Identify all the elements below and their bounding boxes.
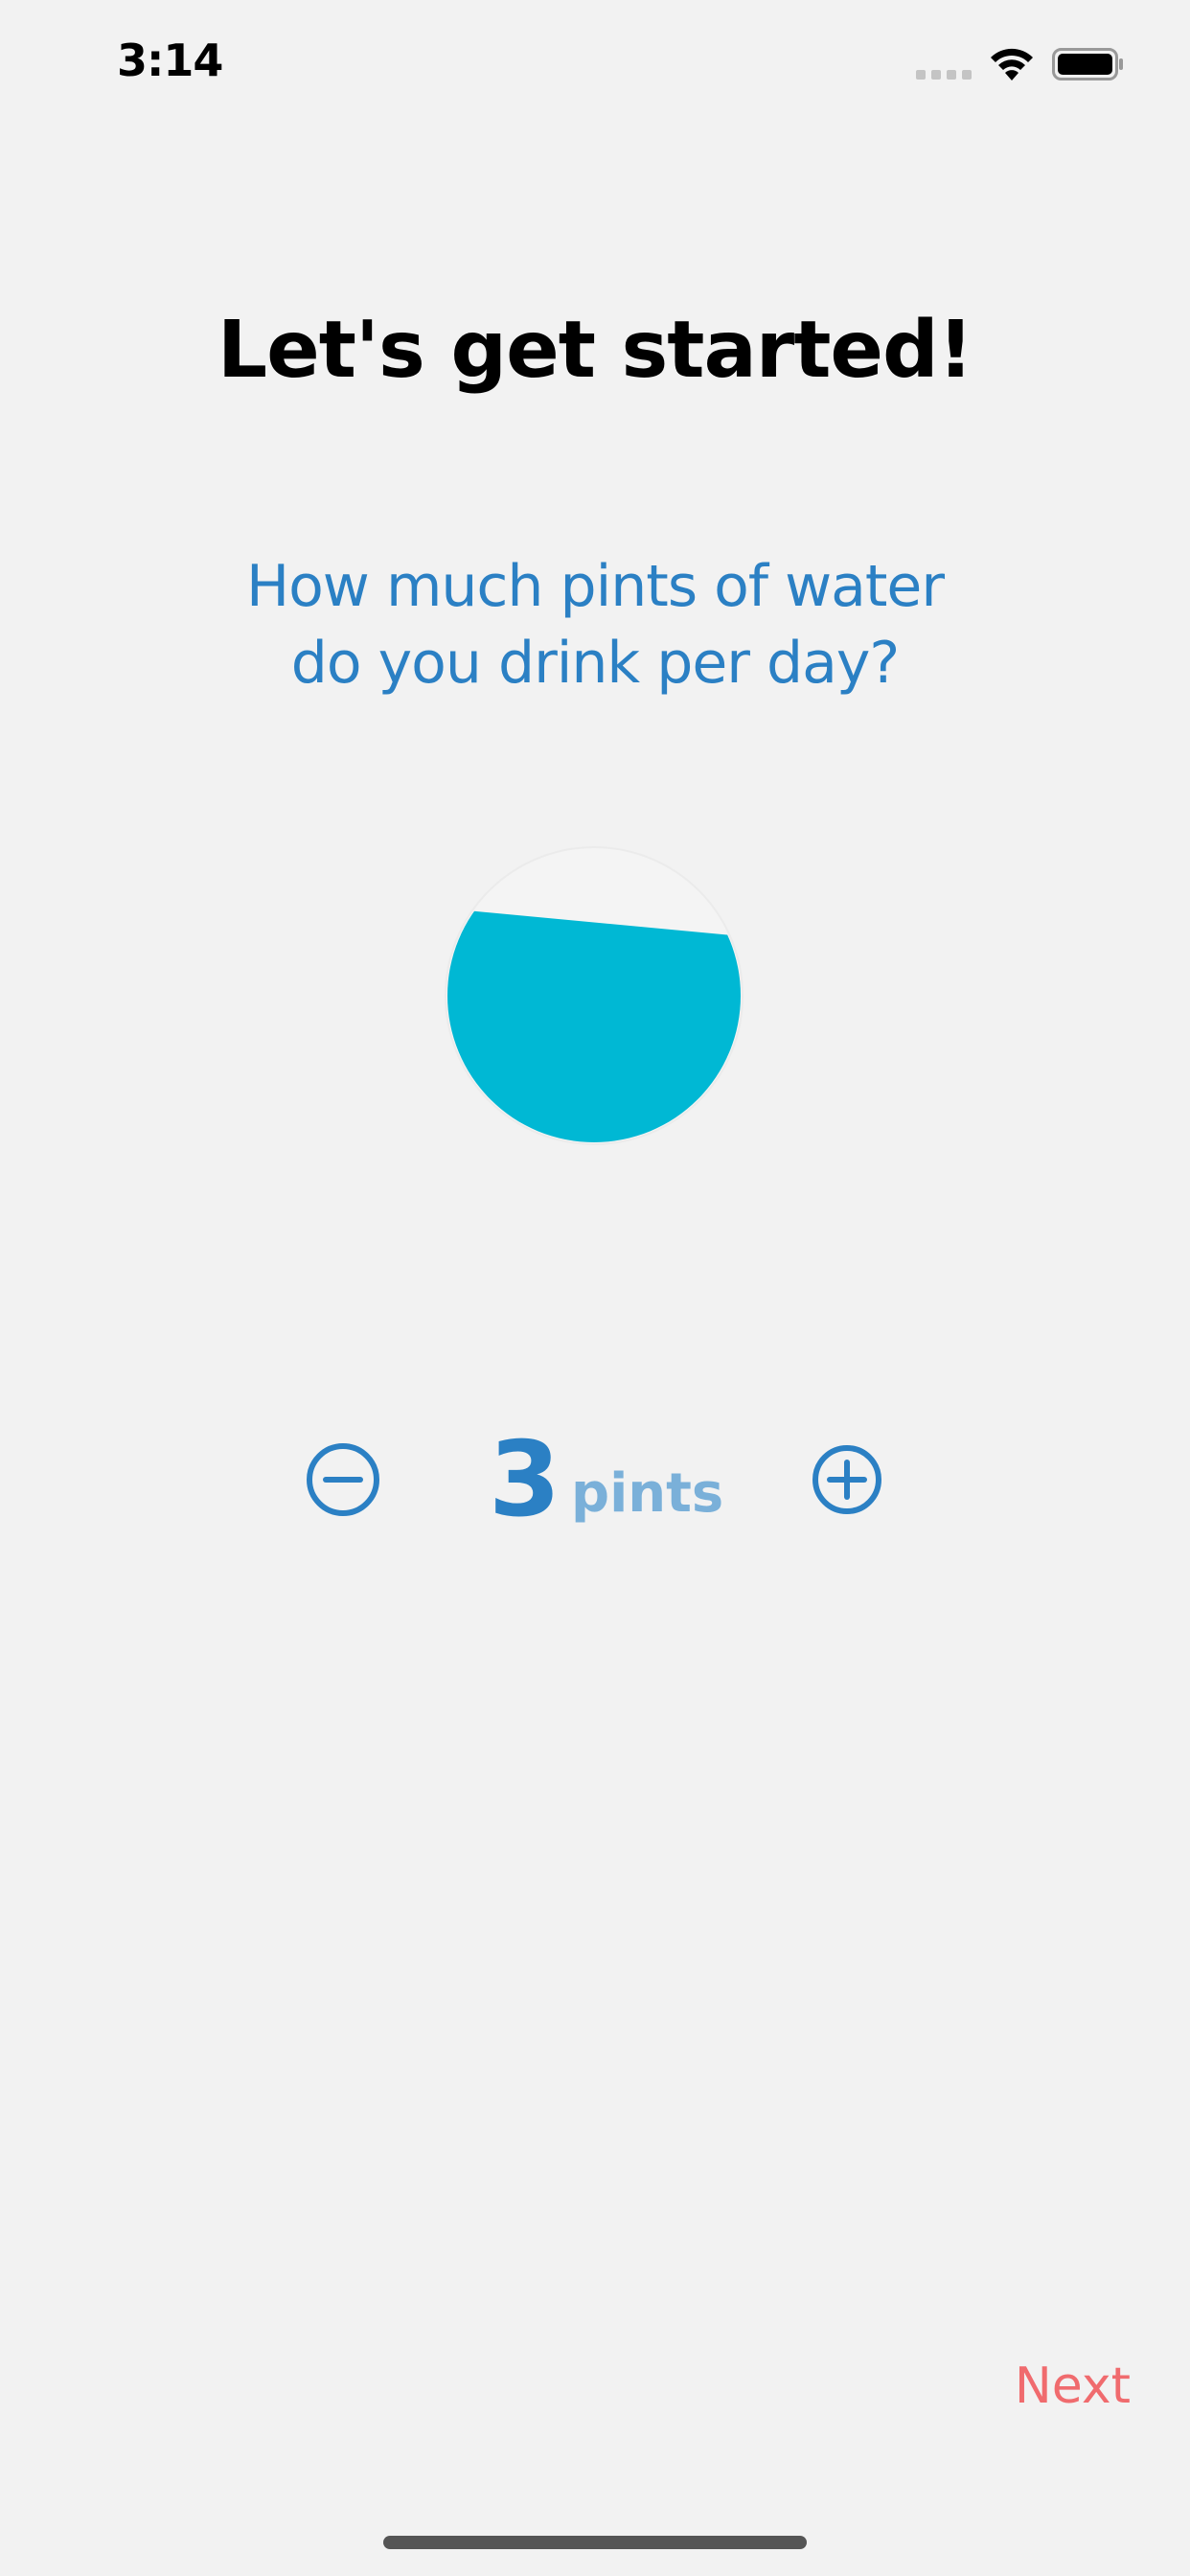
plus-circle-icon[interactable]: [809, 1441, 885, 1518]
battery-icon: [1052, 48, 1123, 80]
minus-circle-icon[interactable]: [305, 1441, 381, 1518]
status-time: 3:14: [117, 34, 223, 86]
question-line-2: do you drink per day?: [290, 630, 900, 697]
home-indicator[interactable]: [383, 2536, 807, 2549]
water-fill: [447, 908, 741, 1142]
question-line-1: How much pints of water: [245, 553, 945, 620]
status-bar: 3:14: [0, 0, 1190, 126]
wifi-icon: [991, 48, 1033, 80]
quantity-stepper: 3 pints: [0, 1418, 1190, 1543]
cellular-signal-icon: [916, 70, 972, 80]
quantity-unit: pints: [571, 1462, 724, 1525]
water-glass-icon: [445, 846, 744, 1145]
question-text: How much pints of water do you drink per…: [212, 548, 978, 702]
page-title: Let's get started!: [217, 305, 973, 396]
next-button[interactable]: Next: [1015, 2358, 1131, 2415]
quantity-value: 3: [489, 1420, 561, 1540]
